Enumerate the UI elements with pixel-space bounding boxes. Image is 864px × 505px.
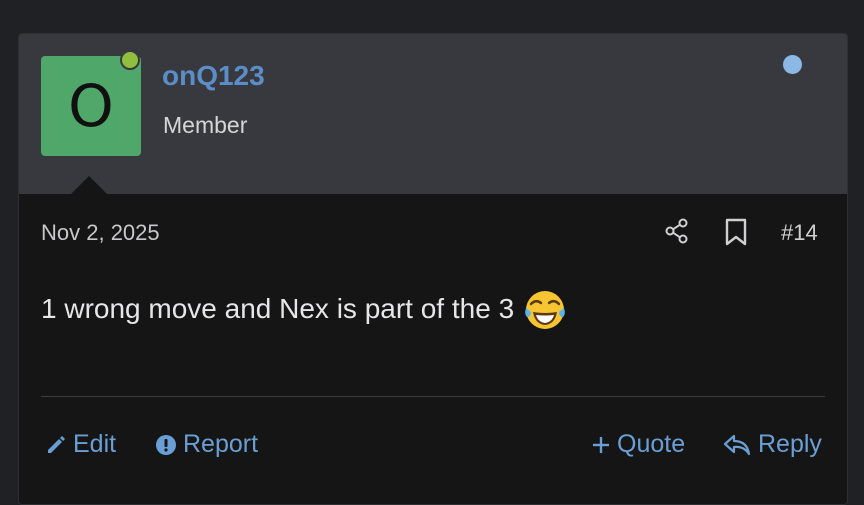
avatar[interactable]: O: [41, 56, 141, 156]
avatar-letter: O: [68, 72, 114, 140]
online-status-indicator: [120, 50, 140, 70]
post-number-link[interactable]: #14: [781, 220, 818, 246]
post-user-header: O onQ123 Member: [19, 34, 847, 194]
header-pointer-arrow: [71, 176, 107, 194]
share-icon[interactable]: [663, 217, 691, 245]
reply-label: Reply: [758, 430, 822, 458]
quote-label: Quote: [617, 430, 686, 458]
post-message-text: 1 wrong move and Nex is part of the 3: [41, 293, 515, 324]
edit-button[interactable]: Edit: [45, 430, 116, 459]
report-label: Report: [183, 430, 259, 458]
post-date[interactable]: Nov 2, 2025: [41, 220, 160, 246]
report-button[interactable]: Report: [155, 430, 258, 459]
reply-button[interactable]: Reply: [722, 430, 822, 459]
plus-icon: [593, 436, 609, 453]
alert-octagon-icon: [156, 434, 176, 455]
bookmark-icon[interactable]: [723, 218, 749, 246]
quote-button[interactable]: Quote: [591, 430, 685, 459]
post-container: O onQ123 Member Nov 2, 2025 #14 1 wrong …: [18, 33, 848, 505]
post-message: 1 wrong move and Nex is part of the 3: [41, 286, 568, 332]
unread-indicator: [783, 55, 802, 74]
reply-arrow-icon: [723, 434, 751, 455]
user-title: Member: [163, 112, 248, 138]
username-link[interactable]: onQ123: [162, 60, 265, 92]
pencil-icon: [48, 435, 65, 453]
footer-divider: [41, 396, 825, 397]
face-with-tears-of-joy-icon: [525, 291, 565, 329]
edit-label: Edit: [73, 430, 117, 458]
